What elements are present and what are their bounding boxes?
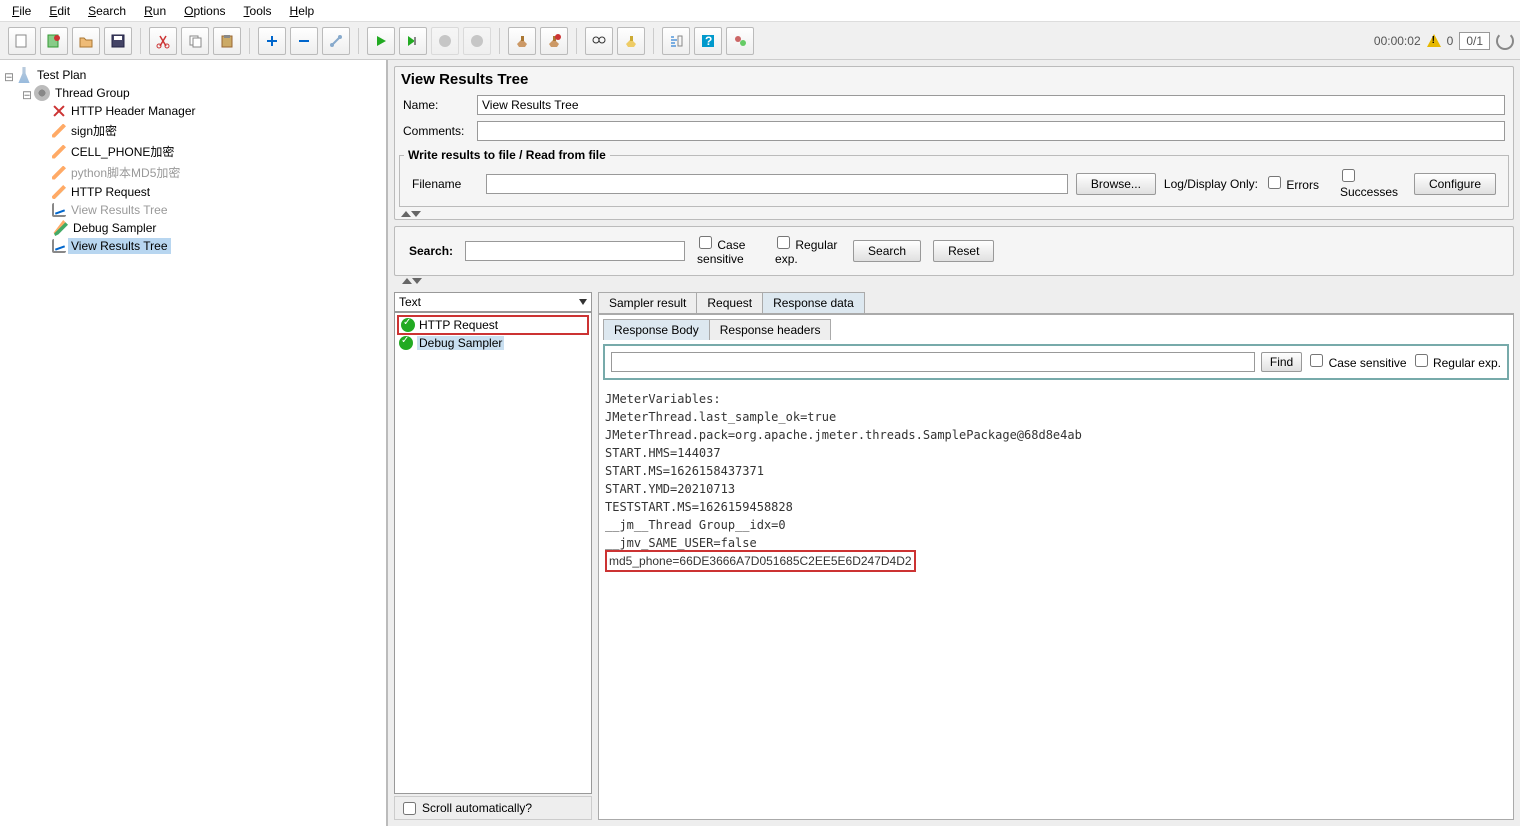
toolbar: ? 00:00:02 0 0/1: [0, 22, 1520, 60]
menu-tools[interactable]: Tools: [236, 2, 280, 20]
help-button[interactable]: ?: [694, 27, 722, 55]
tree-test-plan[interactable]: Test Plan: [34, 67, 89, 83]
filename-input[interactable]: [486, 174, 1068, 194]
elapsed-time: 00:00:02: [1374, 34, 1421, 48]
pen-icon: [52, 166, 66, 180]
menu-edit[interactable]: Edit: [41, 2, 78, 20]
search-button-icon[interactable]: [585, 27, 613, 55]
browse-button[interactable]: Browse...: [1076, 173, 1156, 195]
find-input[interactable]: [611, 352, 1255, 372]
scroll-checkbox[interactable]: [403, 802, 416, 815]
chart-icon: [52, 239, 66, 253]
thread-counter: 0/1: [1459, 32, 1490, 50]
regex-checkbox[interactable]: Regular exp.: [775, 236, 841, 266]
menu-file[interactable]: File: [4, 2, 39, 20]
open-button[interactable]: [72, 27, 100, 55]
copy-button[interactable]: [181, 27, 209, 55]
templates-button[interactable]: [40, 27, 68, 55]
tab-response-body[interactable]: Response Body: [603, 319, 710, 340]
render-combo[interactable]: Text: [394, 292, 592, 312]
test-plan-tree[interactable]: ⊟Test Plan ⊟Thread Group HTTP Header Man…: [0, 60, 388, 826]
eyedropper-icon: [52, 220, 68, 236]
find-button[interactable]: Find: [1261, 352, 1302, 372]
clear-button[interactable]: [508, 27, 536, 55]
errors-checkbox[interactable]: Errors: [1266, 176, 1332, 192]
warning-count: 0: [1447, 34, 1454, 48]
configure-button[interactable]: Configure: [1414, 173, 1496, 195]
start-no-pause-button[interactable]: [399, 27, 427, 55]
tab-response-headers[interactable]: Response headers: [709, 319, 832, 340]
pen-icon: [52, 185, 66, 199]
paste-button[interactable]: [213, 27, 241, 55]
success-icon: [399, 336, 413, 350]
x-icon: [52, 104, 66, 118]
search-label: Search:: [409, 244, 453, 258]
start-button[interactable]: [367, 27, 395, 55]
tree-item[interactable]: CELL_PHONE加密: [68, 142, 177, 161]
new-button[interactable]: [8, 27, 36, 55]
reset-search-button[interactable]: [617, 27, 645, 55]
scroll-label: Scroll automatically?: [422, 801, 532, 815]
tree-item[interactable]: View Results Tree: [68, 238, 171, 254]
save-button[interactable]: [104, 27, 132, 55]
case-checkbox[interactable]: Case sensitive: [697, 236, 763, 266]
tree-item[interactable]: Debug Sampler: [70, 220, 159, 236]
chart-icon: [52, 203, 66, 217]
find-case-checkbox[interactable]: Case sensitive: [1308, 354, 1406, 370]
pen-icon: [52, 145, 66, 159]
menu-run[interactable]: Run: [136, 2, 174, 20]
cut-button[interactable]: [149, 27, 177, 55]
expand-button[interactable]: [258, 27, 286, 55]
search-button[interactable]: Search: [853, 240, 921, 262]
warning-icon[interactable]: [1427, 34, 1441, 47]
comments-input[interactable]: [477, 121, 1505, 141]
flask-icon: [16, 67, 32, 83]
success-icon: [401, 318, 415, 332]
tree-thread-group[interactable]: Thread Group: [52, 85, 133, 101]
collapse-button[interactable]: [290, 27, 318, 55]
tab-request[interactable]: Request: [696, 292, 763, 313]
gear-icon: [34, 85, 50, 101]
results-list[interactable]: HTTP RequestDebug Sampler: [394, 312, 592, 794]
tree-item[interactable]: View Results Tree: [68, 202, 171, 218]
filename-label: Filename: [412, 177, 478, 191]
tree-item[interactable]: HTTP Header Manager: [68, 103, 199, 119]
comments-label: Comments:: [403, 124, 469, 138]
menu-help[interactable]: Help: [282, 2, 323, 20]
tree-item[interactable]: sign加密: [68, 121, 120, 140]
menu-search[interactable]: Search: [80, 2, 134, 20]
pen-icon: [52, 124, 66, 138]
successes-checkbox[interactable]: Successes: [1340, 169, 1406, 199]
search-input[interactable]: [465, 241, 685, 261]
name-input[interactable]: [477, 95, 1505, 115]
menubar: File Edit Search Run Options Tools Help: [0, 0, 1520, 22]
reset-button[interactable]: Reset: [933, 240, 994, 262]
menu-options[interactable]: Options: [176, 2, 233, 20]
file-fieldset-legend: Write results to file / Read from file: [404, 148, 610, 162]
loop-icon: [1496, 32, 1514, 50]
clear-all-button[interactable]: [540, 27, 568, 55]
tree-item[interactable]: HTTP Request: [68, 184, 153, 200]
tools-button[interactable]: [726, 27, 754, 55]
find-regex-checkbox[interactable]: Regular exp.: [1413, 354, 1501, 370]
svg-text:?: ?: [705, 34, 712, 48]
response-body-text[interactable]: JMeterVariables: JMeterThread.last_sampl…: [599, 384, 1513, 819]
function-helper-button[interactable]: [662, 27, 690, 55]
tab-response-data[interactable]: Response data: [762, 292, 865, 313]
result-item[interactable]: Debug Sampler: [397, 335, 589, 351]
tree-item[interactable]: python脚本MD5加密: [68, 163, 183, 182]
log-display-label: Log/Display Only:: [1164, 177, 1258, 191]
panel-title: View Results Tree: [395, 67, 1513, 92]
result-item[interactable]: HTTP Request: [397, 315, 589, 335]
name-label: Name:: [403, 98, 469, 112]
toggle-button[interactable]: [322, 27, 350, 55]
shutdown-button[interactable]: [463, 27, 491, 55]
tab-sampler-result[interactable]: Sampler result: [598, 292, 697, 313]
stop-button[interactable]: [431, 27, 459, 55]
